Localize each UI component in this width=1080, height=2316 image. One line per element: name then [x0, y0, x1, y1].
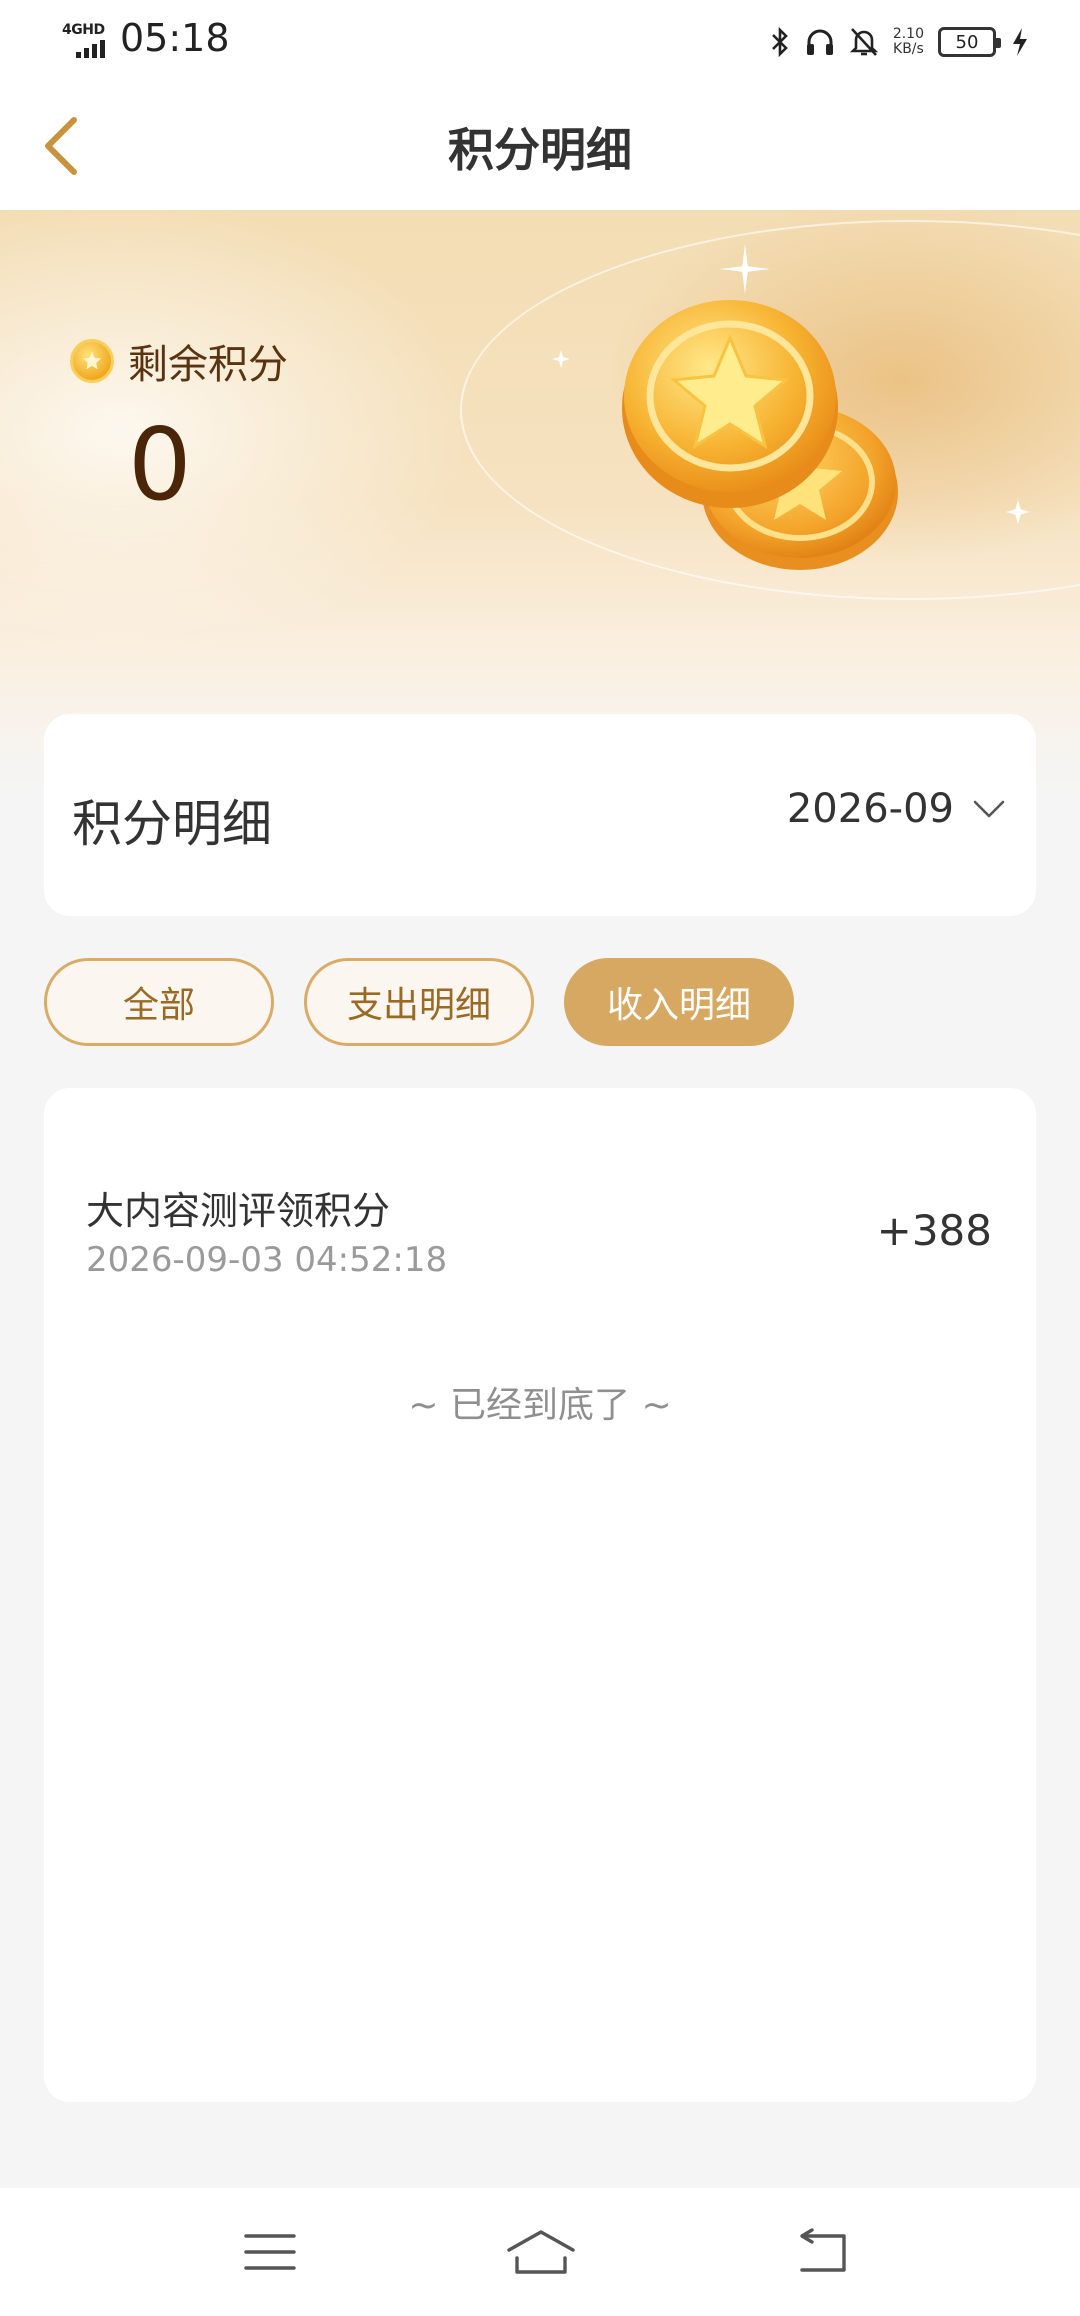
chevron-down-icon	[973, 800, 1005, 818]
signal-indicator: 4GHD	[62, 22, 110, 60]
sparkle-icon	[1006, 500, 1030, 524]
record-time: 2026-09-03 04:52:18	[86, 1240, 448, 1280]
record-amount: +388	[876, 1206, 992, 1255]
signal-bars-icon	[76, 40, 105, 58]
points-banner: 剩余积分 0	[0, 210, 1080, 790]
points-value: 0	[128, 406, 192, 523]
headphones-icon	[806, 29, 833, 55]
end-of-list-text: ~ 已经到底了 ~	[408, 1385, 672, 1426]
back-icon[interactable]	[792, 2226, 852, 2278]
app-header: 积分明细	[0, 82, 1080, 210]
status-icons: 2.10 KB/s 50	[769, 22, 1030, 62]
menu-icon[interactable]	[240, 2226, 300, 2278]
tab-all[interactable]: 全部	[44, 958, 274, 1046]
selected-month: 2026-09	[786, 786, 954, 832]
speed-value: 2.10	[892, 26, 924, 42]
bluetooth-icon	[771, 26, 788, 58]
sparkle-icon	[552, 350, 570, 368]
home-icon[interactable]	[505, 2226, 577, 2278]
mute-bell-icon	[849, 28, 878, 56]
gold-coins-illustration-icon	[622, 300, 898, 570]
filter-tabs: 全部 支出明细 收入明细	[44, 958, 794, 1046]
battery-icon: 50	[938, 27, 1001, 57]
battery-level: 50	[955, 31, 979, 53]
speed-unit: KB/s	[893, 41, 924, 57]
charging-icon	[1013, 28, 1027, 56]
tab-expense[interactable]: 支出明细	[304, 958, 534, 1046]
section-title: 积分明细	[72, 795, 272, 853]
month-picker[interactable]: 2026-09	[787, 786, 1006, 832]
records-list: 大内容测评领积分 2026-09-03 04:52:18 +388 ~ 已经到底…	[44, 1088, 1036, 2102]
sparkle-icon	[720, 244, 770, 294]
network-speed: 2.10 KB/s	[893, 27, 924, 57]
tab-income[interactable]: 收入明细	[564, 958, 794, 1046]
network-type: 4GHD	[62, 22, 105, 38]
remaining-points-label: 剩余积分	[70, 332, 288, 390]
record-title: 大内容测评领积分	[86, 1189, 391, 1233]
points-label-text: 剩余积分	[128, 342, 288, 388]
clock: 05:18	[120, 16, 230, 60]
system-navigation-bar	[0, 2188, 1080, 2316]
coin-icon	[70, 339, 114, 383]
status-bar: 4GHD 05:18 2.10 KB/s 50	[0, 0, 1080, 82]
page-title: 积分明细	[448, 123, 632, 177]
points-detail-header-card: 积分明细 2026-09	[44, 714, 1036, 916]
